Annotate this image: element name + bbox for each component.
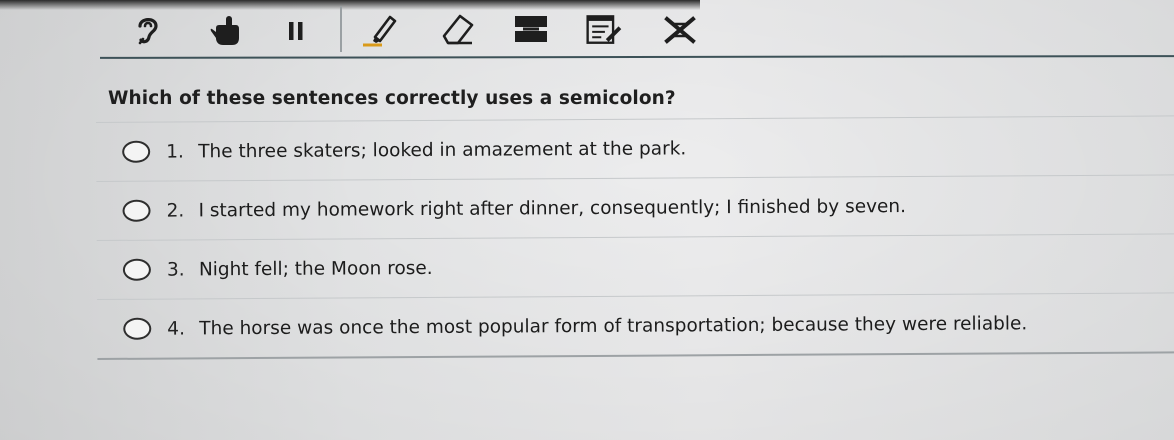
answer-number: 1. [166, 140, 184, 163]
hand-pointer-icon[interactable] [205, 10, 245, 50]
answer-number: 4. [167, 317, 185, 340]
answer-option-1[interactable]: 1. The three skaters; looked in amazemen… [96, 115, 1174, 181]
highlighter-icon[interactable] [360, 10, 400, 50]
eraser-icon[interactable] [438, 10, 478, 50]
answer-text: The three skaters; looked in amazement a… [198, 137, 687, 162]
pause-icon[interactable] [276, 10, 316, 50]
answer-number: 3. [166, 258, 185, 281]
radio-button[interactable] [122, 199, 151, 222]
answer-list: 1. The three skaters; looked in amazemen… [96, 115, 1174, 360]
answer-option-3[interactable]: 3. Night fell; the Moon rose. [96, 233, 1174, 299]
line-reader-icon[interactable] [511, 10, 551, 50]
radio-button[interactable] [123, 317, 152, 340]
radio-button[interactable] [122, 258, 151, 281]
answer-text: Night fell; the Moon rose. [198, 257, 433, 280]
answer-text: I started my homework right after dinner… [198, 195, 907, 221]
toolbar-divider-line [100, 55, 1174, 59]
toolbar-separator [340, 6, 342, 52]
toolbar [0, 0, 1174, 59]
radio-button[interactable] [122, 140, 151, 163]
ear-icon[interactable] [128, 10, 168, 50]
answer-number: 2. [166, 199, 185, 222]
notepad-icon[interactable] [584, 10, 624, 50]
answer-text: The horse was once the most popular form… [199, 312, 1028, 339]
answer-option-2[interactable]: 2. I started my homework right after din… [96, 174, 1174, 240]
question-prompt: Which of these sentences correctly uses … [108, 88, 676, 109]
answer-eliminator-icon[interactable] [660, 10, 700, 50]
answer-option-4[interactable]: 4. The horse was once the most popular f… [97, 292, 1174, 360]
